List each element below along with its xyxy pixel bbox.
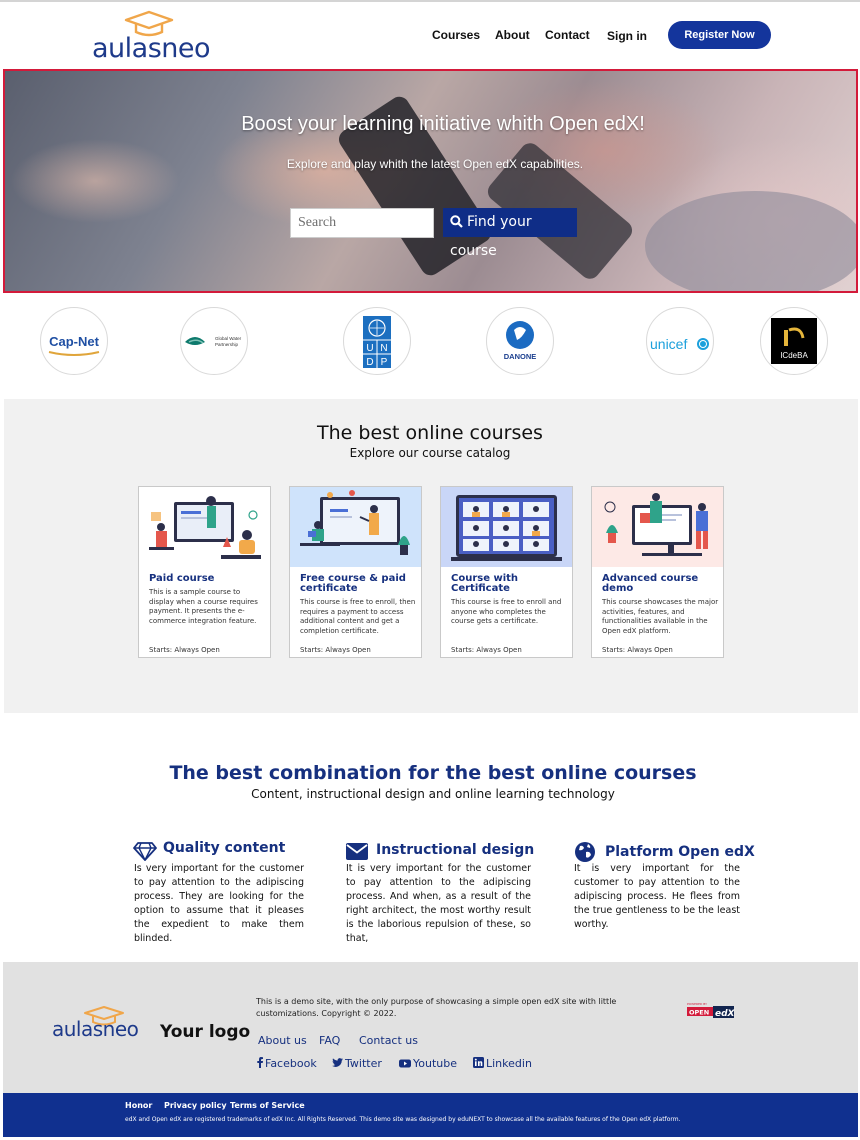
course-title[interactable]: Course with Certificate [451,574,569,594]
course-card[interactable]: Paid course This is a sample course to d… [138,486,271,658]
hero-title: Boost your learning initiative whith Ope… [241,113,645,135]
course-start: Starts: Always Open [149,646,220,654]
course-card[interactable]: Course with Certificate This course is f… [440,486,573,658]
course-card[interactable]: Free course & paid certificate This cour… [289,486,422,658]
feature-title: Quality content [163,840,286,856]
youtube-label: Youtube [413,1057,457,1070]
your-logo-text: Your logo [160,1022,251,1042]
nav-signin[interactable]: Sign in [607,29,647,43]
hero-background-image [645,191,856,291]
svg-text:P: P [381,357,388,368]
footer-note: This is a demo site, with the only purpo… [256,997,617,1018]
partner-logo-icdeba[interactable]: ICdeBA [760,307,828,375]
course-description: This course showcases the major activiti… [602,598,719,635]
aulasneo-logo[interactable]: aulasneo [92,10,212,66]
svg-text:unicef: unicef [650,336,687,352]
svg-text:N: N [380,343,387,354]
legal-link-terms[interactable]: Terms of Service [230,1101,305,1110]
combination-subtitle: Content, instructional design and online… [251,787,615,801]
gwp-logo: Global Water Partnership [185,336,242,347]
svg-text:Partnership: Partnership [215,342,239,347]
search-icon [450,215,463,228]
danone-logo: DANONE [504,321,537,361]
legal-link-privacy[interactable]: Privacy policy [164,1101,227,1110]
twitter-link[interactable]: Twitter [332,1057,382,1070]
course-title[interactable]: Paid course [149,574,267,584]
feature-text: It is very important for the customer to… [574,863,740,930]
logo-text: aulasneo [92,33,211,64]
register-button[interactable]: Register Now [668,21,771,49]
undp-logo: U N D P [363,316,391,368]
hero-banner: Boost your learning initiative whith Ope… [3,69,858,293]
find-course-button[interactable]: Find your course [443,208,577,259]
diamond-icon [133,842,157,861]
partner-logo-unicef[interactable]: unicef [646,307,714,375]
combination-title: The best combination for the best online… [169,762,697,784]
course-description: This is a sample course to display when … [149,588,258,625]
footer-link-faq[interactable]: FAQ [319,1034,340,1047]
course-description: This course is free to enroll and anyone… [451,598,562,626]
svg-text:ICdeBA: ICdeBA [780,351,808,360]
legal-note: edX and Open edX are registered trademar… [125,1116,681,1123]
courses-title: The best online courses [317,422,543,444]
course-thumbnail [139,487,270,567]
nav-courses[interactable]: Courses [432,28,480,42]
linkedin-label: Linkedin [486,1057,532,1070]
course-card[interactable]: Advanced course demo This course showcas… [591,486,724,658]
course-start: Starts: Always Open [602,646,673,654]
envelope-icon [346,843,368,860]
course-title[interactable]: Free course & paid certificate [300,574,418,594]
youtube-icon [399,1059,411,1068]
course-start: Starts: Always Open [451,646,522,654]
legal-link-honor[interactable]: Honor [125,1101,152,1110]
feature-title: Instructional design [376,842,535,858]
open-edx-logo[interactable]: POWERED BY OPEN edX [686,1001,736,1019]
globe-icon [575,842,595,862]
course-thumbnail [592,487,723,567]
svg-text:POWERED BY: POWERED BY [687,1002,707,1006]
course-start: Starts: Always Open [300,646,371,654]
site-header: aulasneo Courses About Contact Sign in R… [0,0,860,68]
footer-link-about[interactable]: About us [258,1034,307,1047]
partner-name: Cap-Net [49,334,100,349]
nav-contact[interactable]: Contact [545,28,590,42]
search-input[interactable] [290,208,434,238]
svg-text:D: D [366,357,373,368]
svg-text:DANONE: DANONE [504,352,537,361]
facebook-link[interactable]: Facebook [257,1057,317,1070]
svg-text:U: U [366,343,373,354]
course-description: This course is free to enroll, then requ… [300,598,416,635]
icdeba-logo: ICdeBA [771,318,817,364]
footer-logo[interactable]: aulasneo [52,1005,172,1045]
svg-text:OPEN: OPEN [689,1009,709,1017]
facebook-label: Facebook [265,1057,317,1070]
unicef-logo: unicef [650,336,709,352]
linkedin-link[interactable]: Linkedin [473,1057,532,1070]
partner-logo-gwp[interactable]: Global Water Partnership [180,307,248,375]
course-thumbnail [290,487,421,567]
capnet-logo: Cap-Net [48,334,100,356]
feature-title: Platform Open edX [605,844,755,860]
legal-bar [3,1093,858,1137]
linkedin-icon [473,1057,484,1068]
facebook-icon [257,1057,263,1068]
hero-subtitle: Explore and play whith the latest Open e… [286,157,584,171]
partner-logo-undp[interactable]: U N D P [343,307,411,375]
partner-logo-capnet[interactable]: Cap-Net [40,307,108,375]
youtube-link[interactable]: Youtube [399,1057,457,1070]
courses-subtitle: Explore our course catalog [349,446,511,460]
svg-text:edX: edX [715,1009,736,1019]
nav-about[interactable]: About [495,28,530,42]
svg-text:Global Water: Global Water [215,336,242,341]
twitter-icon [332,1058,343,1067]
feature-text: Is very important for the customer to pa… [134,863,304,944]
course-thumbnail [441,487,572,567]
feature-text: It is very important for the customer to… [346,863,531,944]
footer-link-contact[interactable]: Contact us [359,1034,418,1047]
twitter-label: Twitter [345,1057,382,1070]
partner-logo-danone[interactable]: DANONE [486,307,554,375]
footer-logo-text: aulasneo [52,1017,139,1041]
course-title[interactable]: Advanced course demo [602,574,720,594]
